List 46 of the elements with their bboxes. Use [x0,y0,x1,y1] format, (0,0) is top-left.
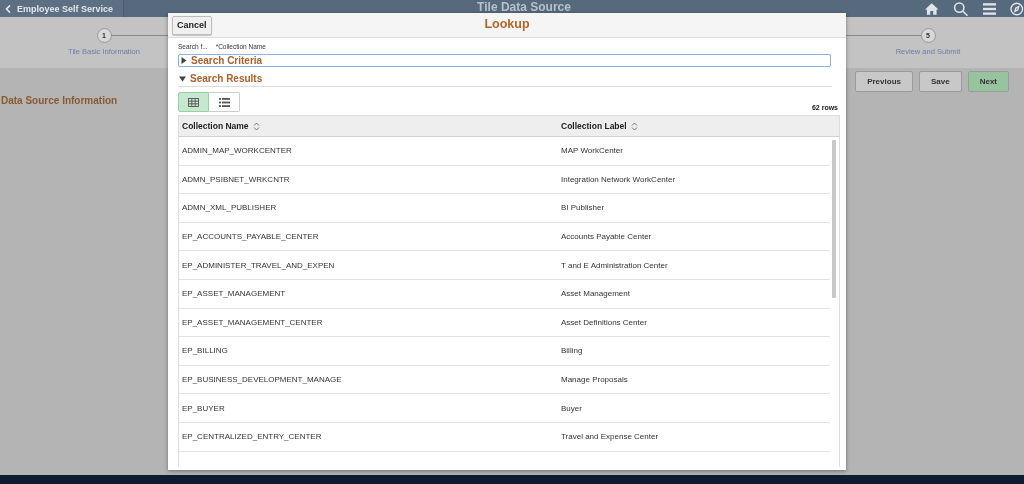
table-cell-text: EP_CENTRALIZED_ENTRY_CENTER [181,432,323,442]
table-cell-text: Asset Management [560,289,630,299]
table-cell-text: Travel and Expense Center [560,432,659,442]
home-icon[interactable] [924,1,940,16]
table-cell-text: Buyer [560,403,582,413]
table-cell-text: ADMN_PSIBNET_WRKCNTR [181,174,291,184]
page-title: Tile Data Source [476,0,572,14]
nav-button[interactable]: Previous [855,71,913,92]
back-button[interactable]: Employee Self Service [0,0,125,17]
table-cell-text: Accounts Payable Center [560,232,652,242]
table-cell-text: BI Publisher [560,203,605,213]
grid-view-button[interactable] [178,92,209,112]
section-title: Data Source Information [1,95,118,106]
grid-icon[interactable] [188,97,199,107]
table-cell-text: EP_ASSET_MANAGEMENT_CENTER [181,317,324,327]
table-cell-text: EP_BILLING [181,346,229,356]
table-cell-text: EP_BUSINESS_DEVELOPMENT_MANAGE [181,375,343,385]
table-cell-text: MAP WorkCenter [560,146,623,156]
cancel-button[interactable]: Cancel [172,15,212,35]
table-cell-text: EP_ACCOUNTS_PAYABLE_CENTER [181,232,320,242]
next-button[interactable]: Next [967,71,1009,92]
nav-button[interactable]: Save [918,71,962,92]
chevron-icon[interactable] [5,4,11,13]
compass-icon[interactable] [1010,1,1024,16]
triangle-down-icon[interactable] [179,75,186,82]
search-criteria-header[interactable]: Search Criteria [178,54,831,67]
dialog-title: Lookup [483,17,531,31]
table-cell-text: T and E Administration Center [560,260,668,270]
list-view-button[interactable] [209,92,240,112]
table-cell-text: Manage Proposals [560,375,628,385]
column-header[interactable]: Collection Label [558,121,638,131]
scrollbar[interactable] [832,140,836,298]
table-cell-text: Asset Definitions Center [560,317,647,327]
table-cell-text: Integration Network WorkCenter [560,174,676,184]
column-header[interactable]: Collection Name [179,121,558,131]
list-icon[interactable] [218,97,230,107]
table-cell-text: EP_BUYER [181,403,226,413]
table-cell-text: EP_ASSET_MANAGEMENT [181,289,287,299]
triangle-right-icon[interactable] [181,57,187,64]
table-cell-text: ADMIN_MAP_WORKCENTER [181,146,293,156]
search-results-header[interactable]: Search Results [178,71,832,87]
table-cell-text: Billing [560,346,583,356]
search-icon[interactable] [953,0,969,17]
table-cell-text: ADMN_XML_PUBLISHER [181,203,278,213]
menu-icon[interactable] [982,2,997,15]
table-cell-text: EP_ADMINISTER_TRAVEL_AND_EXPEN [181,260,336,270]
